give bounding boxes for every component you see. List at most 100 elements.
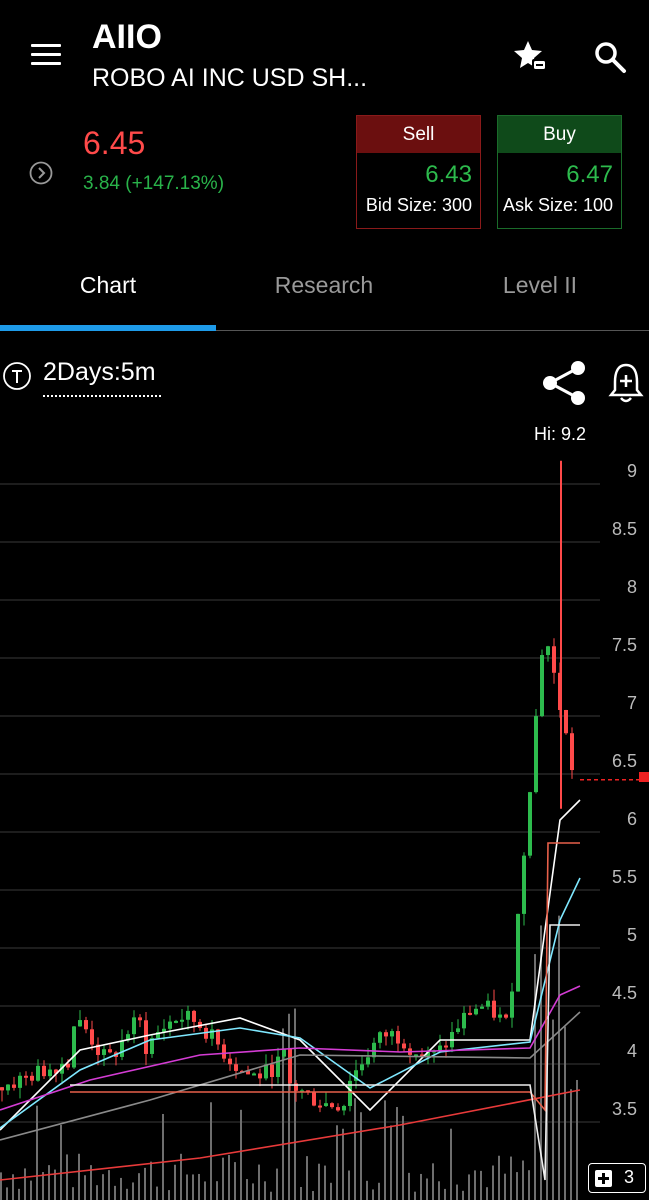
candle-body	[252, 1073, 256, 1076]
volume-bar	[366, 1180, 368, 1200]
volume-bar	[384, 1100, 386, 1200]
drawing-tool-icon[interactable]	[2, 361, 32, 391]
active-tab-indicator	[0, 325, 216, 331]
volume-bar	[426, 1178, 428, 1200]
candle-body	[438, 1045, 442, 1051]
tab-level-ii[interactable]: Level II	[432, 272, 648, 299]
volume-bar	[264, 1181, 266, 1200]
candle-body	[468, 1012, 472, 1015]
price-change: 3.84 (+147.13%)	[83, 173, 225, 194]
volume-bar	[492, 1165, 494, 1200]
volume-bar	[318, 1163, 320, 1200]
menu-icon[interactable]	[31, 44, 61, 66]
volume-bar	[6, 1187, 8, 1200]
volume-bar	[456, 1184, 458, 1200]
candle-body	[360, 1064, 364, 1071]
search-icon[interactable]	[593, 40, 627, 74]
buy-button[interactable]: Buy 6.47 Ask Size: 100	[497, 115, 622, 229]
candle-body	[534, 716, 538, 793]
candle-body	[324, 1103, 328, 1106]
candle-body	[456, 1028, 460, 1033]
volume-bar	[36, 1105, 38, 1200]
hi-label: Hi: 9.2	[534, 424, 587, 444]
volume-bar	[336, 1125, 338, 1200]
volume-bar	[96, 1185, 98, 1200]
candle-body	[228, 1058, 232, 1065]
candle-body	[132, 1017, 136, 1035]
candle-body	[78, 1020, 82, 1027]
candle-body	[378, 1032, 382, 1043]
candle-body	[312, 1092, 316, 1106]
candle-body	[396, 1031, 400, 1044]
volume-bar	[516, 1172, 518, 1200]
volume-bar	[60, 1124, 62, 1200]
volume-bar	[84, 1175, 86, 1200]
candle-body	[522, 855, 526, 914]
candle-body	[120, 1040, 124, 1057]
volume-bar	[192, 1174, 194, 1200]
volume-bar	[414, 1191, 416, 1200]
candle-body	[336, 1107, 340, 1111]
volume-bar	[276, 1168, 278, 1200]
volume-bar	[324, 1165, 326, 1200]
volume-bar	[246, 1179, 248, 1200]
add-alert-icon[interactable]	[607, 362, 645, 404]
volume-bar	[30, 1180, 32, 1200]
volume-bar	[42, 1172, 44, 1200]
tab-divider	[216, 330, 649, 331]
candle-body	[234, 1064, 238, 1071]
candle-body	[18, 1075, 22, 1088]
tab-research[interactable]: Research	[216, 272, 432, 299]
bid-price: 6.43	[425, 161, 472, 188]
volume-bar	[120, 1177, 122, 1200]
y-tick-label: 8.5	[611, 519, 637, 539]
volume-bar	[462, 1190, 464, 1200]
candle-body	[90, 1029, 94, 1045]
candle-body	[72, 1026, 76, 1068]
volume-bar	[156, 1186, 158, 1200]
volume-bar	[552, 1019, 554, 1200]
volume-bar	[210, 1102, 212, 1200]
candle-body	[330, 1103, 334, 1108]
candle-body	[528, 792, 532, 856]
volume-bar	[528, 1170, 530, 1200]
ask-size: Ask Size: 100	[502, 195, 613, 215]
candle-body	[138, 1017, 142, 1021]
volume-bar	[228, 1154, 230, 1200]
tab-chart[interactable]: Chart	[0, 272, 216, 299]
y-tick-label: 4	[626, 1041, 637, 1061]
sell-button[interactable]: Sell 6.43 Bid Size: 300	[356, 115, 481, 229]
y-tick-label: 4.5	[611, 983, 637, 1003]
volume-bar	[222, 1157, 224, 1200]
volume-bar	[564, 1026, 566, 1200]
volume-bar	[78, 1153, 80, 1200]
volume-bar	[558, 915, 560, 1200]
candle-body	[552, 646, 556, 673]
volume-bar	[534, 954, 536, 1200]
volume-bar	[270, 1191, 272, 1200]
candle-body	[102, 1049, 106, 1055]
y-tick-label: 9	[626, 461, 637, 481]
volume-bar	[300, 1186, 302, 1200]
y-tick-label: 5.5	[611, 867, 637, 887]
timeframe-selector[interactable]: 2Days:5m	[43, 358, 161, 397]
candle-body	[288, 1048, 292, 1084]
volume-bar	[258, 1164, 260, 1200]
watchlist-star-icon[interactable]	[512, 38, 548, 74]
candle-body	[474, 1008, 478, 1015]
volume-bar	[204, 1181, 206, 1200]
volume-bar	[216, 1181, 218, 1200]
candle-body	[258, 1073, 262, 1079]
moving-average-line	[70, 842, 580, 1113]
volume-bar	[198, 1173, 200, 1200]
volume-bar	[168, 1190, 170, 1200]
volume-bar	[174, 1164, 176, 1200]
volume-bar	[498, 1155, 500, 1200]
volume-bar	[288, 1013, 290, 1200]
volume-bar	[354, 1098, 356, 1200]
indicators-button[interactable]: 3	[588, 1163, 646, 1193]
volume-bar	[438, 1181, 440, 1200]
expand-quote-icon[interactable]	[29, 161, 53, 185]
volume-bar	[432, 1163, 434, 1200]
price-chart[interactable]	[0, 400, 649, 1200]
